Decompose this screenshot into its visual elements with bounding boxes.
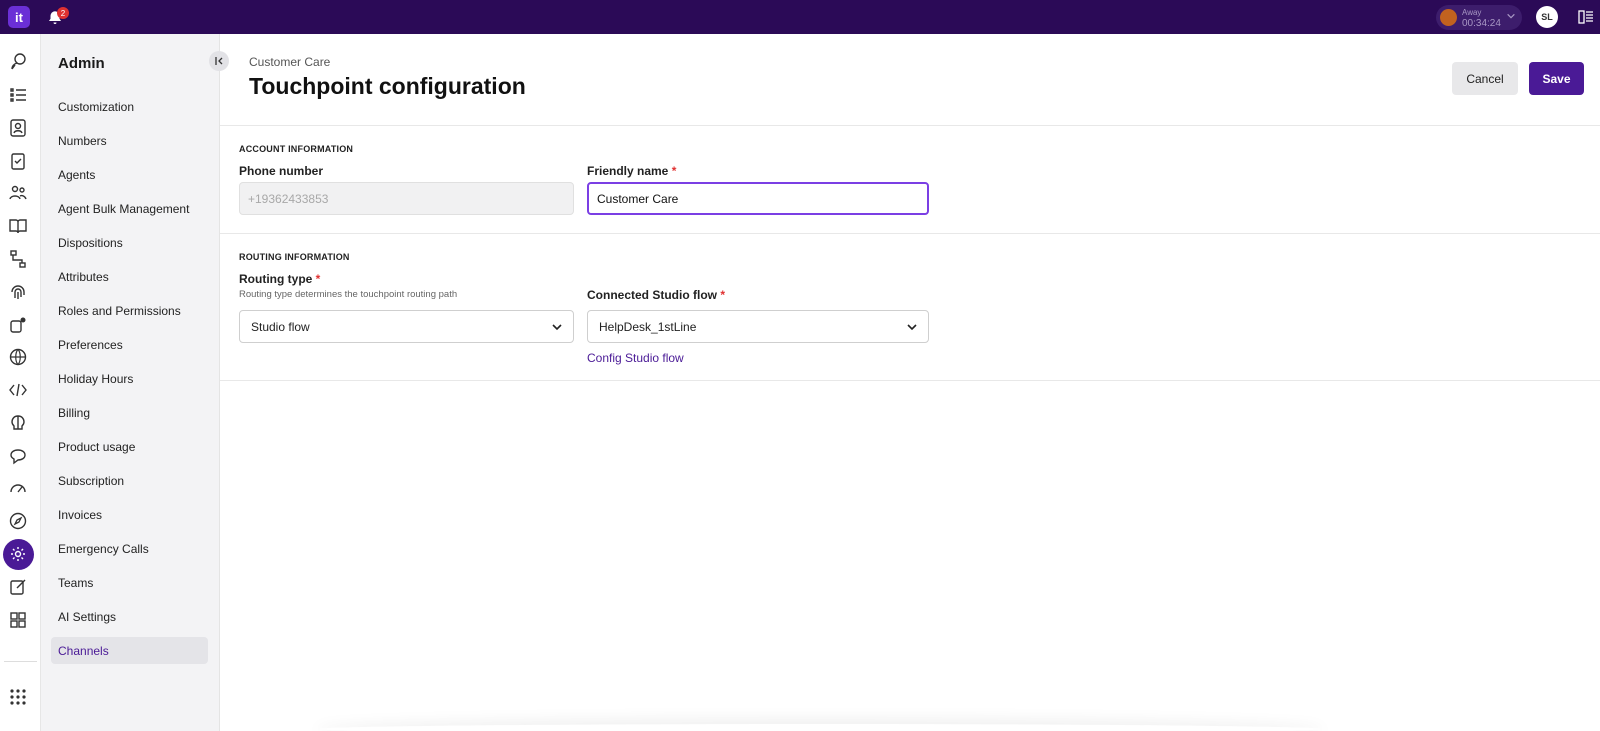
routing-type-help: Routing type determines the touchpoint r…: [239, 289, 458, 300]
sidebar-title: Admin: [58, 55, 105, 72]
grid-icon[interactable]: [8, 610, 28, 630]
main-content: Customer Care Touchpoint configuration C…: [220, 34, 1600, 731]
user-avatar[interactable]: SL: [1536, 6, 1558, 28]
sidebar-item-preferences[interactable]: Preferences: [51, 331, 208, 358]
status-label: Away: [1462, 8, 1482, 17]
breadcrumb[interactable]: Customer Care: [249, 55, 330, 69]
status-indicator-icon: [1440, 9, 1457, 26]
book-icon[interactable]: [8, 216, 28, 236]
agent-status-dropdown[interactable]: Away 00:34:24: [1436, 5, 1522, 30]
sidebar-item-emergency-calls[interactable]: Emergency Calls: [51, 535, 208, 562]
studio-flow-select[interactable]: HelpDesk_1stLine: [587, 310, 929, 343]
phone-number-field: [239, 182, 574, 215]
sidebar-item-attributes[interactable]: Attributes: [51, 263, 208, 290]
sidebar-item-customization[interactable]: Customization: [51, 93, 208, 120]
chevron-down-icon: [552, 324, 562, 331]
sidebar-item-numbers[interactable]: Numbers: [51, 127, 208, 154]
status-timer: 00:34:24: [1462, 18, 1501, 29]
clipboard-icon[interactable]: [8, 151, 28, 171]
edit-icon[interactable]: [8, 577, 28, 597]
fingerprint-icon[interactable]: [8, 282, 28, 302]
sidebar-item-subscription[interactable]: Subscription: [51, 467, 208, 494]
routing-type-label: Routing type *: [239, 272, 321, 286]
speedometer-icon[interactable]: [8, 478, 28, 498]
section-divider: [220, 380, 1600, 381]
studio-flow-label: Connected Studio flow *: [587, 288, 726, 302]
apps-icon[interactable]: [8, 687, 28, 707]
app-logo[interactable]: it: [8, 6, 30, 28]
bottom-shadow: [320, 724, 1320, 731]
phone-number-label: Phone number: [239, 164, 324, 178]
config-studio-flow-link[interactable]: Config Studio flow: [587, 351, 684, 365]
chat-icon[interactable]: [8, 446, 28, 466]
sidebar-item-agent-bulk-management[interactable]: Agent Bulk Management: [51, 195, 208, 222]
sidebar-item-invoices[interactable]: Invoices: [51, 501, 208, 528]
required-mark: *: [315, 272, 321, 286]
cancel-button[interactable]: Cancel: [1452, 62, 1518, 95]
section-divider: [220, 233, 1600, 234]
contacts-icon[interactable]: [8, 118, 28, 138]
admin-sidebar: Admin Customization Numbers Agents Agent…: [41, 34, 229, 731]
flow-icon[interactable]: [8, 249, 28, 269]
chat-bubbles-icon[interactable]: [8, 52, 28, 72]
account-section-title: ACCOUNT INFORMATION: [239, 144, 354, 154]
chevron-down-icon: [1507, 13, 1515, 19]
friendly-name-field[interactable]: [587, 182, 929, 215]
sidebar-item-billing[interactable]: Billing: [51, 399, 208, 426]
icon-rail: [0, 34, 41, 731]
brain-icon[interactable]: [8, 413, 28, 433]
sidebar-item-dispositions[interactable]: Dispositions: [51, 229, 208, 256]
studio-flow-value: HelpDesk_1stLine: [599, 319, 697, 334]
routing-section-title: ROUTING INFORMATION: [239, 252, 350, 262]
admin-gear-icon[interactable]: [8, 544, 28, 564]
required-mark: *: [671, 164, 677, 178]
sidebar-item-holiday-hours[interactable]: Holiday Hours: [51, 365, 208, 392]
friendly-name-label: Friendly name *: [587, 164, 677, 178]
code-icon[interactable]: [8, 380, 28, 400]
top-bar: it 2 Away 00:34:24 SL: [0, 0, 1600, 34]
sidebar-item-ai-settings[interactable]: AI Settings: [51, 603, 208, 630]
sidebar-item-roles-and-permissions[interactable]: Roles and Permissions: [51, 297, 208, 324]
users-icon[interactable]: [8, 183, 28, 203]
chevron-down-icon: [907, 324, 917, 331]
panel-layout-icon[interactable]: [1578, 9, 1594, 25]
sidebar-item-product-usage[interactable]: Product usage: [51, 433, 208, 460]
compass-icon[interactable]: [8, 511, 28, 531]
sidebar-item-teams[interactable]: Teams: [51, 569, 208, 596]
routing-type-select[interactable]: Studio flow: [239, 310, 574, 343]
routing-type-value: Studio flow: [251, 319, 310, 334]
rail-divider: [4, 661, 37, 662]
collapse-left-icon: [215, 57, 223, 65]
globe-icon[interactable]: [8, 347, 28, 367]
sidebar-item-channels[interactable]: Channels: [51, 637, 208, 664]
collapse-sidebar-button[interactable]: [209, 51, 229, 71]
sidebar-item-agents[interactable]: Agents: [51, 161, 208, 188]
save-button[interactable]: Save: [1529, 62, 1584, 95]
required-mark: *: [720, 288, 726, 302]
page-title: Touchpoint configuration: [249, 73, 526, 99]
notification-count-badge: 2: [57, 7, 69, 19]
header-divider: [220, 125, 1600, 126]
settings-gear-icon[interactable]: [8, 315, 28, 335]
list-tasks-icon[interactable]: [8, 85, 28, 105]
